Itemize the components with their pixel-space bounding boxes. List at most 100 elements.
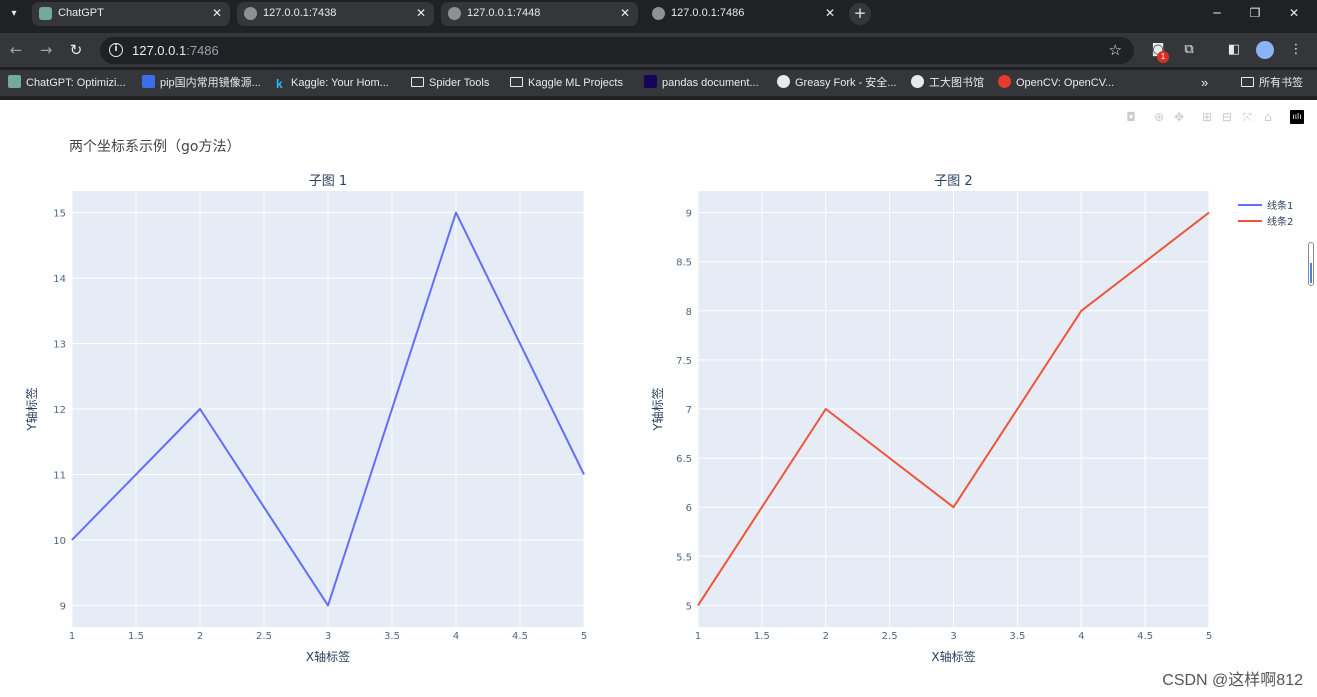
bookmark-item[interactable]: pandas document...: [644, 75, 759, 91]
site-info-icon[interactable]: i: [109, 43, 123, 57]
reload-icon[interactable]: ↻: [66, 40, 86, 60]
folder-icon: [510, 77, 523, 87]
x-tick-label: 2.5: [882, 631, 898, 642]
bookmark-item[interactable]: k Kaggle: Your Hom...: [276, 75, 389, 91]
bookmarks-bar: ChatGPT: Optimizi... pip国内常用镜像源... k Kagg…: [0, 70, 1317, 96]
kaggle-icon: k: [276, 77, 283, 91]
bookmarks-overflow[interactable]: »: [1201, 75, 1208, 91]
x-tick-label: 1: [69, 631, 75, 642]
tab-strip: ▾ ChatGPT ✕ 127.0.0.1:7438 ✕ 127.0.0.1:7…: [0, 0, 1317, 28]
x-tick-label: 4: [1078, 631, 1084, 642]
bookmark-item[interactable]: pip国内常用镜像源...: [142, 75, 261, 91]
globe-icon: [652, 7, 665, 20]
pandas-icon: [644, 75, 657, 88]
x-tick-label: 4: [453, 631, 459, 642]
tab-title: 127.0.0.1:7448: [467, 7, 541, 19]
globe-icon: [448, 7, 461, 20]
tab-chatgpt[interactable]: ChatGPT ✕: [32, 2, 230, 26]
folder-icon: [411, 77, 424, 87]
x-tick-label: 1.5: [754, 631, 770, 642]
chart-canvas: 1 1.5 2 2.5 3 3.5 4 4.5 59101112131415子图 1X轴标签Y轴…: [24, 174, 1293, 664]
x-tick-label: 3: [325, 631, 331, 642]
y-tick-label: 6.5: [676, 454, 692, 465]
bookmark-item[interactable]: Spider Tools: [411, 75, 489, 91]
opencv-icon: [998, 75, 1011, 88]
menu-icon[interactable]: ⋮: [1287, 41, 1305, 59]
new-tab-button[interactable]: +: [849, 3, 871, 25]
y-tick-label: 9: [60, 601, 66, 612]
chatgpt-icon: [8, 75, 21, 88]
greasyfork-icon: [777, 75, 790, 88]
x-tick-label: 4.5: [1137, 631, 1153, 642]
y-tick-label: 12: [53, 405, 66, 416]
url-text[interactable]: 127.0.0.1:7486: [132, 43, 219, 58]
bookmark-star-icon[interactable]: ☆: [1109, 41, 1122, 59]
back-icon[interactable]: ←: [6, 40, 26, 60]
close-icon[interactable]: ✕: [212, 6, 222, 20]
y-tick-label: 10: [53, 536, 66, 547]
tab-search-icon[interactable]: ▾: [4, 5, 24, 23]
chatgpt-icon: [39, 7, 52, 20]
bookmark-item[interactable]: ChatGPT: Optimizi...: [8, 75, 126, 91]
puzzle-icon[interactable]: ⧉: [1180, 41, 1198, 59]
close-icon[interactable]: ✕: [825, 6, 835, 20]
tab-title: 127.0.0.1:7438: [263, 7, 337, 19]
subplot-title: 子图 2: [934, 174, 972, 189]
bookmark-item[interactable]: 工大图书馆: [911, 75, 984, 91]
x-tick-label: 4.5: [512, 631, 528, 642]
globe-icon: [244, 7, 257, 20]
globe-icon: [911, 75, 924, 88]
scrollbar[interactable]: [1308, 242, 1314, 286]
x-axis-label: X轴标签: [306, 649, 350, 664]
y-tick-label: 14: [53, 274, 66, 285]
toolbar: ← → ↻ i 127.0.0.1:7486 ☆: [0, 33, 1317, 67]
x-tick-label: 3.5: [1009, 631, 1025, 642]
close-icon[interactable]: ✕: [620, 6, 630, 20]
tab-7486[interactable]: 127.0.0.1:7486 ✕: [645, 2, 843, 26]
maximize-icon[interactable]: ❐: [1245, 4, 1265, 22]
folder-icon: [1241, 77, 1254, 87]
y-tick-label: 13: [53, 340, 66, 351]
tab-title: ChatGPT: [58, 7, 104, 19]
tab-title: 127.0.0.1:7486: [671, 7, 745, 19]
y-tick-label: 11: [53, 470, 66, 481]
close-icon[interactable]: ✕: [416, 6, 426, 20]
y-axis-label: Y轴标签: [650, 387, 665, 431]
y-axis-label: Y轴标签: [24, 387, 39, 431]
x-axis-label: X轴标签: [931, 649, 975, 664]
address-bar[interactable]: i 127.0.0.1:7486 ☆: [100, 37, 1134, 64]
close-window-icon[interactable]: ✕: [1284, 4, 1304, 22]
tab-7448[interactable]: 127.0.0.1:7448 ✕: [441, 2, 638, 26]
browser-chrome: ▾ ChatGPT ✕ 127.0.0.1:7438 ✕ 127.0.0.1:7…: [0, 0, 1317, 100]
bookmark-item[interactable]: Greasy Fork - 安全...: [777, 75, 896, 91]
y-tick-label: 8: [686, 307, 692, 318]
x-tick-label: 1: [695, 631, 701, 642]
y-tick-label: 5.5: [676, 552, 692, 563]
x-tick-label: 5: [1206, 631, 1212, 642]
bookmark-item[interactable]: OpenCV: OpenCV...: [998, 75, 1114, 91]
zhihu-icon: [142, 75, 155, 88]
x-tick-label: 1.5: [128, 631, 144, 642]
all-bookmarks[interactable]: 所有书签: [1241, 75, 1303, 91]
forward-icon[interactable]: →: [36, 40, 56, 60]
x-tick-label: 5: [581, 631, 587, 642]
tab-7438[interactable]: 127.0.0.1:7438 ✕: [237, 2, 434, 26]
x-tick-label: 2: [823, 631, 829, 642]
x-tick-label: 2: [197, 631, 203, 642]
y-tick-label: 6: [686, 503, 692, 514]
bookmark-item[interactable]: Kaggle ML Projects: [510, 75, 623, 91]
x-tick-label: 3.5: [384, 631, 400, 642]
subplot-title: 子图 1: [309, 174, 347, 189]
watermark: CSDN @这样啊812: [1162, 672, 1303, 689]
y-tick-label: 9: [686, 209, 692, 220]
legend-label: 线条2: [1267, 215, 1293, 228]
x-tick-label: 2.5: [256, 631, 272, 642]
y-tick-label: 7.5: [676, 356, 692, 367]
y-tick-label: 7: [686, 405, 692, 416]
extension-badge: 1: [1157, 51, 1169, 63]
y-tick-label: 5: [686, 601, 692, 612]
minimize-icon[interactable]: ─: [1207, 4, 1227, 22]
side-panel-icon[interactable]: ◧: [1225, 41, 1243, 59]
avatar[interactable]: [1256, 41, 1274, 59]
x-tick-label: 3: [950, 631, 956, 642]
